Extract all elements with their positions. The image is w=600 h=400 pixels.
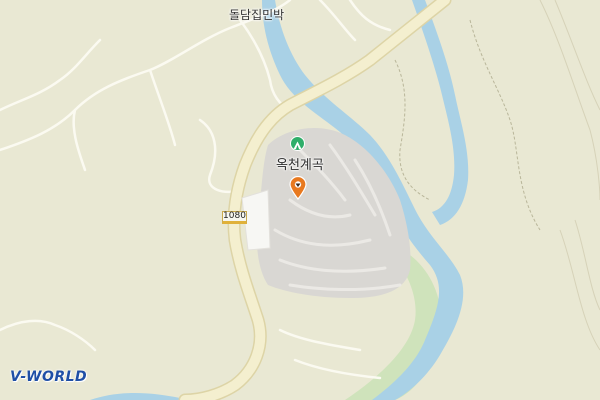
road-number-shield: 1080	[222, 211, 247, 224]
poi-label[interactable]: 옥천계곡	[276, 154, 324, 173]
vworld-logo: V-WORLD	[10, 369, 88, 385]
map-base-layer	[0, 0, 600, 400]
place-label[interactable]: 돌담집민박	[229, 6, 284, 23]
campsite-icon[interactable]	[290, 136, 305, 151]
map-view[interactable]: 돌담집민박 옥천계곡 1080 V-WORLD	[0, 0, 600, 400]
